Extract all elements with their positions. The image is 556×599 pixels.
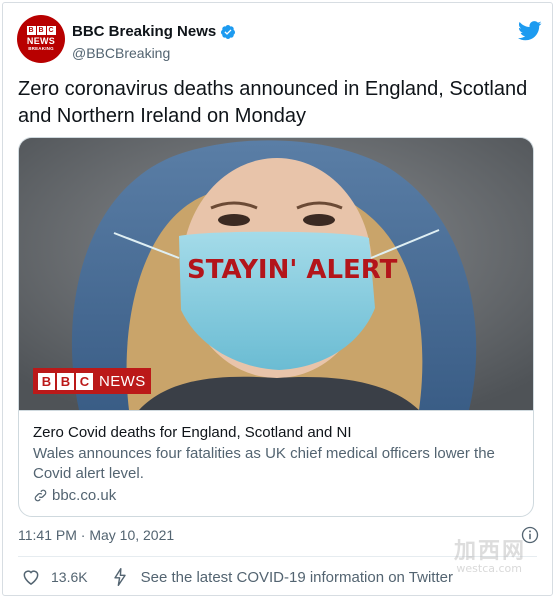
covid-info-link[interactable]: See the latest COVID-19 information on T… bbox=[141, 569, 453, 586]
avatar-news-word: NEWS bbox=[26, 36, 56, 46]
watermark: 加西网 bbox=[453, 539, 526, 564]
logo-block: C bbox=[76, 372, 93, 390]
author-handle[interactable]: @BBCBreaking bbox=[72, 45, 170, 61]
twitter-bird-icon[interactable] bbox=[518, 20, 542, 42]
verified-badge-icon bbox=[221, 24, 236, 39]
heart-icon[interactable] bbox=[21, 567, 41, 587]
card-body[interactable]: Zero Covid deaths for England, Scotland … bbox=[19, 410, 533, 516]
timestamp[interactable]: 11:41 PM · May 10, 2021 bbox=[18, 527, 174, 543]
like-count[interactable]: 13.6K bbox=[51, 569, 88, 585]
author-name-row: BBC Breaking News bbox=[72, 23, 236, 40]
logo-block: B bbox=[38, 372, 55, 390]
display-name[interactable]: BBC Breaking News bbox=[72, 23, 216, 40]
avatar[interactable]: B B C NEWS BREAKING bbox=[17, 15, 65, 63]
logo-block: B bbox=[57, 372, 74, 390]
mask-text: STAYIN' ALERT bbox=[187, 255, 398, 285]
avatar-block: B bbox=[36, 26, 46, 35]
card-domain: bbc.co.uk bbox=[52, 487, 117, 504]
tweet-text: Zero coronavirus deaths announced in Eng… bbox=[18, 78, 528, 127]
link-icon bbox=[34, 489, 47, 502]
avatar-block: C bbox=[46, 26, 56, 35]
avatar-block: B bbox=[26, 26, 36, 35]
link-card[interactable]: STAYIN' ALERT B B C NEWS Zero Covid deat… bbox=[18, 137, 534, 517]
logo-news-word: NEWS bbox=[99, 372, 146, 390]
action-bar: 13.6K See the latest COVID-19 informatio… bbox=[21, 567, 453, 587]
bbc-news-logo: B B C NEWS bbox=[33, 368, 151, 394]
tweet-card: B B C NEWS BREAKING BBC Breaking News @B… bbox=[2, 2, 553, 596]
card-description: Wales announces four fatalities as UK ch… bbox=[33, 445, 495, 482]
avatar-sub-word: BREAKING bbox=[28, 46, 54, 51]
card-domain-link[interactable]: bbc.co.uk bbox=[33, 487, 521, 504]
watermark-url: westca.com bbox=[456, 562, 522, 575]
card-image[interactable]: STAYIN' ALERT B B C NEWS bbox=[19, 138, 533, 410]
card-title: Zero Covid deaths for England, Scotland … bbox=[33, 424, 352, 441]
lightning-icon bbox=[113, 567, 126, 587]
avatar-logo-blocks: B B C bbox=[26, 26, 56, 35]
